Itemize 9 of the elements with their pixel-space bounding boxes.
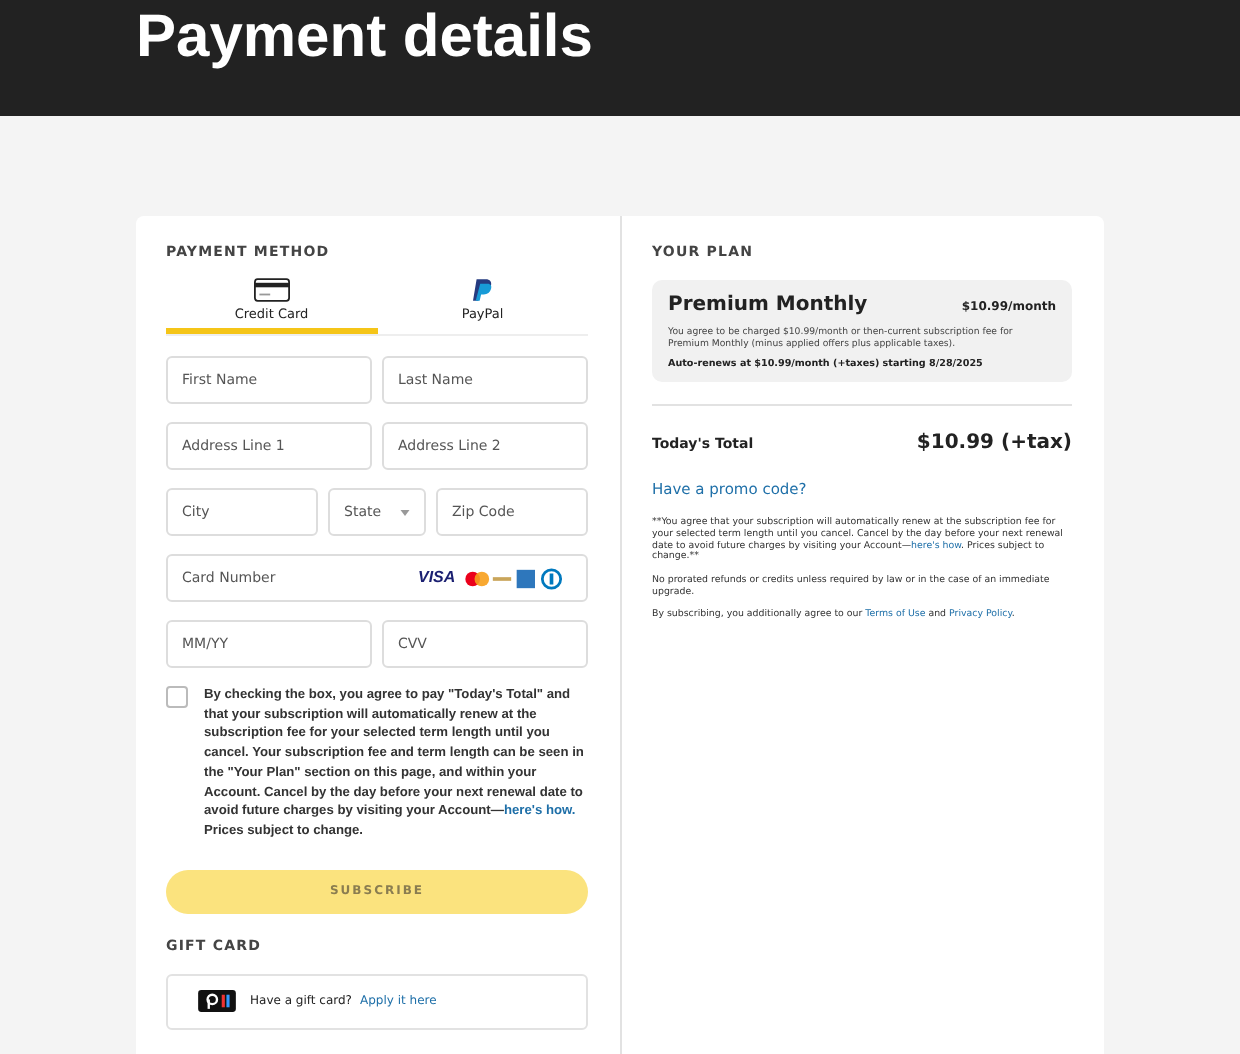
page-title: Payment details <box>136 8 593 68</box>
gift-card-icon <box>198 990 236 1013</box>
total-amount: $10.99 (+tax) <box>916 432 1072 455</box>
card-brands-icon <box>462 568 564 590</box>
consent-checkbox[interactable] <box>166 686 188 708</box>
visa-logo: VISA <box>418 568 456 586</box>
plan-name: Premium Monthly <box>668 294 868 316</box>
credit-card-icon <box>253 278 290 302</box>
caret-icon <box>400 509 410 515</box>
